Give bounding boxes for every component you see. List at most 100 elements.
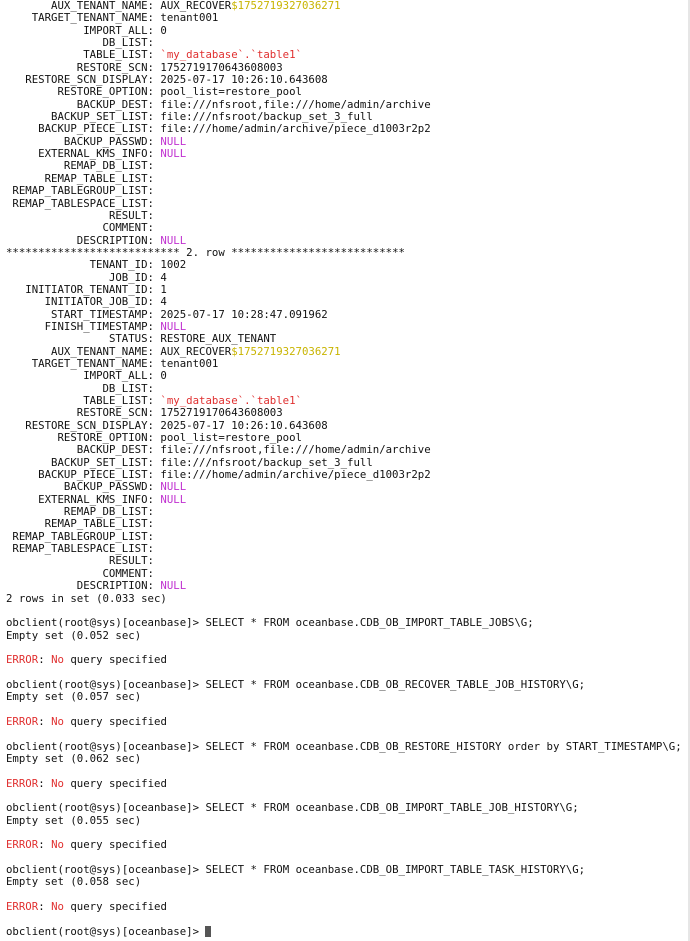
field-key: REMAP_TABLEGROUP_LIST: (12, 184, 154, 198)
field-value: pool_list=restore_pool (160, 85, 302, 99)
error-line: ERROR: No query specified (6, 776, 167, 790)
terminal-window[interactable]: AUX_TENANT_NAME: AUX_RECOVER$17527193270… (0, 0, 690, 941)
field-key: TARGET_TENANT_NAME: (31, 11, 154, 25)
field-row: REMAP_TABLEGROUP_LIST: (6, 184, 690, 198)
error-message: query specified (70, 714, 167, 728)
field-key: IMPORT_ALL: (83, 369, 154, 383)
prompt: obclient(root@sys)[oceanbase]> (6, 863, 200, 877)
field-row: REMAP_TABLESPACE_LIST: (6, 196, 690, 210)
empty-set-label: Empty set (6, 875, 64, 889)
error-line: ERROR: No query specified (6, 838, 167, 852)
empty-set-label: Empty set (6, 690, 64, 704)
result-line: Empty set (0.058 sec) (6, 876, 690, 888)
field-key: DESCRIPTION: (76, 579, 154, 593)
field-value: tenant001 (160, 356, 219, 370)
error-word: No (51, 653, 64, 667)
field-value: NULL (160, 147, 187, 161)
field-value: file:///nfsroot,file:///home/admin/archi… (160, 97, 431, 111)
query-time: (0.058 sec) (70, 875, 142, 889)
sql-command: SELECT * FROM oceanbase.CDB_OB_RECOVER_T… (205, 677, 586, 691)
field-key: REMAP_TABLE_LIST: (44, 517, 154, 531)
field-value: 2025-07-17 10:26:10.643608 (160, 418, 328, 432)
field-value: NULL (160, 134, 187, 148)
error-line: ERROR: No query specified (6, 714, 167, 728)
prompt: obclient(root@sys)[oceanbase]> (6, 739, 200, 753)
field-value: 0 (160, 369, 167, 383)
field-value: NULL (160, 319, 187, 333)
prompt: obclient(root@sys)[oceanbase]> (6, 616, 200, 630)
field-value: 1002 (160, 258, 187, 272)
error-word: No (51, 714, 64, 728)
field-value: file:///home/admin/archive/piece_d1003r2… (160, 468, 431, 482)
sql-command: SELECT * FROM oceanbase.CDB_OB_IMPORT_TA… (205, 801, 579, 815)
field-row: RESTORE_SCN: 1752719170643608003 (6, 406, 690, 420)
field-key: BACKUP_PIECE_LIST: (38, 122, 154, 136)
field-value: file:///nfsroot,file:///home/admin/archi… (160, 443, 431, 457)
query-time: (0.052 sec) (70, 628, 142, 642)
field-value: `my_database`.`table1` (160, 394, 302, 407)
result-line: Empty set (0.055 sec) (6, 813, 690, 827)
field-value: 2025-07-17 10:26:10.643608 (160, 73, 328, 87)
field-row: REMAP_TABLE_LIST: (6, 517, 690, 531)
error-label: ERROR (6, 900, 39, 914)
field-row: INITIATOR_JOB_ID: 4 (6, 295, 690, 309)
field-value: 1752719170643608003 (160, 406, 283, 420)
field-key: RESTORE_SCN: (76, 406, 154, 420)
field-row: TARGET_TENANT_NAME: tenant001 (6, 11, 690, 25)
field-row: COMMENT: (6, 221, 690, 235)
field-row: IMPORT_ALL: 0 (6, 369, 690, 383)
field-value: NULL (160, 480, 187, 494)
field-key: BACKUP_PASSWD: (63, 480, 154, 494)
field-key: COMMENT: (102, 221, 154, 235)
error-message: query specified (70, 653, 167, 667)
field-key: STATUS: (108, 332, 154, 346)
error-label: ERROR (6, 714, 39, 728)
prompt: obclient(root@sys)[oceanbase]> (6, 677, 200, 691)
error-line: ERROR: No query specified (6, 653, 167, 667)
field-row: REMAP_DB_LIST: (6, 159, 690, 173)
field-value: 1752719170643608003 (160, 60, 283, 74)
field-value: 2025-07-17 10:28:47.091962 (160, 307, 328, 321)
sql-command: SELECT * FROM oceanbase.CDB_OB_RESTORE_H… (205, 739, 682, 753)
field-value: 4 (160, 295, 167, 309)
field-row: STATUS: RESTORE_AUX_TENANT (6, 332, 690, 346)
prompt: obclient(root@sys)[oceanbase]> (6, 924, 200, 938)
error-word: No (51, 900, 64, 914)
sql-command: SELECT * FROM oceanbase.CDB_OB_IMPORT_TA… (205, 863, 586, 877)
field-row: BACKUP_PASSWD: NULL (6, 480, 690, 494)
field-value: pool_list=restore_pool (160, 431, 302, 445)
rows-in-set-summary: 2 rows in set (0.033 sec) (6, 591, 167, 605)
field-key: RESTORE_OPTION: (57, 85, 154, 99)
field-value: 1 (160, 282, 167, 296)
error-message: query specified (70, 776, 167, 790)
result-line: Empty set (0.062 sec) (6, 752, 690, 765)
record-block-1: AUX_TENANT_NAME: AUX_RECOVER$17527193270… (6, 0, 690, 247)
field-value: RESTORE_AUX_TENANT (160, 332, 277, 346)
field-key: TENANT_ID: (89, 258, 154, 272)
query-time: (0.057 sec) (70, 690, 142, 704)
field-value: AUX_RECOVER (160, 344, 232, 358)
error-label: ERROR (6, 776, 39, 790)
result-line: Empty set (0.052 sec) (6, 628, 690, 642)
field-row: TENANT_ID: 1002 (6, 258, 690, 272)
field-value: NULL (160, 233, 187, 247)
active-prompt-line[interactable]: obclient(root@sys)[oceanbase]> (6, 924, 690, 938)
sql-command: SELECT * FROM oceanbase.CDB_OB_IMPORT_TA… (205, 616, 534, 630)
result-line: Empty set (0.057 sec) (6, 691, 690, 703)
query-history: obclient(root@sys)[oceanbase]> SELECT * … (6, 617, 690, 926)
cursor-icon (205, 925, 212, 937)
error-label: ERROR (6, 653, 39, 667)
query-time: (0.055 sec) (70, 813, 142, 827)
field-value-suffix: $1752719327036271 (231, 344, 341, 358)
field-key: RESULT: (108, 554, 154, 568)
field-value: file:///nfsroot/backup_set_3_full (160, 455, 373, 469)
field-value: AUX_RECOVER (160, 0, 232, 12)
field-key: REMAP_TABLESPACE_LIST: (12, 196, 154, 210)
error-label: ERROR (6, 838, 39, 852)
field-row: BACKUP_PIECE_LIST: file:///home/admin/ar… (6, 122, 690, 136)
field-value: tenant001 (160, 11, 219, 25)
field-value: file:///nfsroot/backup_set_3_full (160, 110, 373, 124)
error-line: ERROR: No query specified (6, 900, 167, 914)
field-key: TABLE_LIST: (83, 48, 154, 62)
field-key: REMAP_DB_LIST: (63, 159, 154, 173)
